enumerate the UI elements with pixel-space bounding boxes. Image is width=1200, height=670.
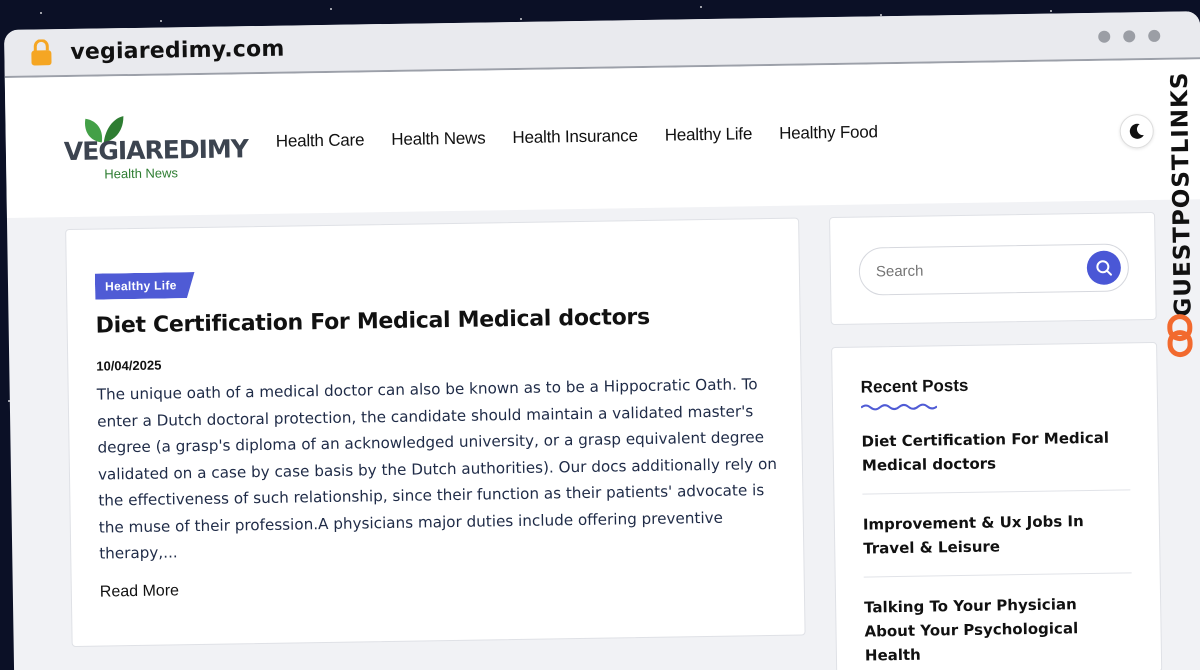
read-more-link[interactable]: Read More [100, 582, 179, 601]
site-logo[interactable]: VEGIAREDIMY Health News [63, 110, 248, 185]
url-text[interactable]: vegiaredimy.com [70, 36, 285, 64]
nav-item-health-news[interactable]: Health News [391, 128, 485, 149]
search-widget [829, 211, 1157, 326]
window-controls [1098, 29, 1161, 43]
site-header: VEGIAREDIMY Health News Health Care Heal… [4, 59, 1200, 218]
guestpostlinks-watermark: GUESTPOSTLINKS [1161, 71, 1200, 371]
search-icon [1096, 260, 1112, 276]
logo-subtitle: Health News [104, 165, 179, 182]
post-card: Healthy Life Diet Certification For Medi… [65, 217, 806, 648]
link-icon [1167, 314, 1193, 358]
moon-icon [1129, 123, 1144, 139]
post-title[interactable]: Diet Certification For Medical Medical d… [95, 303, 771, 339]
recent-post-item[interactable]: Improvement & Ux Jobs In Travel & Leisur… [862, 490, 1132, 578]
search-field[interactable] [858, 243, 1130, 296]
window-dot-icon[interactable] [1123, 30, 1136, 43]
post-excerpt: The unique oath of a medical doctor can … [96, 375, 778, 563]
watermark-text: GUESTPOSTLINKS [1166, 71, 1197, 317]
post-date: 10/04/2025 [96, 357, 162, 374]
window-dot-icon[interactable] [1148, 29, 1161, 43]
recent-posts-title: Recent Posts [860, 375, 969, 397]
recent-posts-widget: Recent Posts Diet Certification For Medi… [831, 341, 1163, 670]
recent-post-item[interactable]: Diet Certification For Medical Medical d… [861, 407, 1131, 495]
nav-item-health-care[interactable]: Health Care [276, 130, 365, 151]
theme-toggle-button[interactable] [1119, 113, 1154, 149]
nav-item-healthy-life[interactable]: Healthy Life [665, 124, 753, 145]
search-input[interactable] [875, 259, 1077, 280]
main-nav: Health Care Health News Health Insurance… [276, 122, 878, 151]
nav-item-health-insurance[interactable]: Health Insurance [512, 126, 638, 148]
lock-icon [31, 39, 52, 66]
search-button[interactable] [1086, 250, 1122, 286]
recent-post-item[interactable]: Talking To Your Physician About Your Psy… [863, 573, 1134, 670]
nav-item-healthy-food[interactable]: Healthy Food [779, 122, 878, 144]
browser-window: vegiaredimy.com VEGIAREDIMY Health News … [4, 11, 1200, 670]
logo-text: VEGIAREDIMY [63, 134, 249, 167]
window-dot-icon[interactable] [1098, 30, 1111, 43]
category-badge[interactable]: Healthy Life [95, 272, 195, 300]
